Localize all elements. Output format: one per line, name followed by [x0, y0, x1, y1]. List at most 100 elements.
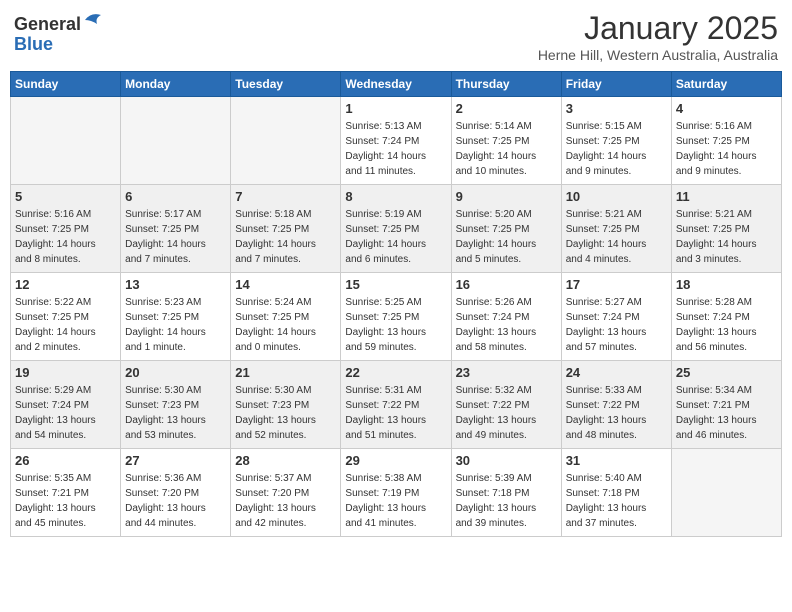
weekday-header-thursday: Thursday [451, 72, 561, 97]
day-number: 21 [235, 365, 336, 380]
day-number: 13 [125, 277, 226, 292]
day-info: Sunrise: 5:40 AM Sunset: 7:18 PM Dayligh… [566, 471, 667, 531]
day-number: 3 [566, 101, 667, 116]
calendar-cell: 25 Sunrise: 5:34 AM Sunset: 7:21 PM Dayli… [671, 361, 781, 449]
day-info: Sunrise: 5:18 AM Sunset: 7:25 PM Dayligh… [235, 207, 336, 267]
calendar-cell: 6 Sunrise: 5:17 AM Sunset: 7:25 PM Daylig… [121, 185, 231, 273]
day-info: Sunrise: 5:24 AM Sunset: 7:25 PM Dayligh… [235, 295, 336, 355]
day-info: Sunrise: 5:39 AM Sunset: 7:18 PM Dayligh… [456, 471, 557, 531]
day-info: Sunrise: 5:20 AM Sunset: 7:25 PM Dayligh… [456, 207, 557, 267]
day-info: Sunrise: 5:16 AM Sunset: 7:25 PM Dayligh… [15, 207, 116, 267]
calendar-cell [671, 449, 781, 537]
day-number: 27 [125, 453, 226, 468]
calendar-cell: 14Sunrise: 5:24 AM Sunset: 7:25 PM Dayli… [231, 273, 341, 361]
day-info: Sunrise: 5:30 AM Sunset: 7:23 PM Dayligh… [235, 383, 336, 443]
day-number: 23 [456, 365, 557, 380]
day-info: Sunrise: 5:36 AM Sunset: 7:20 PM Dayligh… [125, 471, 226, 531]
page-header: General Blue January 2025 Herne Hill, We… [10, 10, 782, 63]
weekday-header-monday: Monday [121, 72, 231, 97]
day-number: 28 [235, 453, 336, 468]
calendar-cell: 8 Sunrise: 5:19 AM Sunset: 7:25 PM Daylig… [341, 185, 451, 273]
calendar-cell: 15 Sunrise: 5:25 AM Sunset: 7:25 PM Dayli… [341, 273, 451, 361]
day-info: Sunrise: 5:13 AM Sunset: 7:24 PM Dayligh… [345, 119, 446, 179]
calendar-week-row: 26 Sunrise: 5:35 AM Sunset: 7:21 PM Dayli… [11, 449, 782, 537]
day-info: Sunrise: 5:16 AM Sunset: 7:25 PM Dayligh… [676, 119, 777, 179]
weekday-header-sunday: Sunday [11, 72, 121, 97]
calendar-cell: 27 Sunrise: 5:36 AM Sunset: 7:20 PM Dayli… [121, 449, 231, 537]
calendar-cell [11, 97, 121, 185]
calendar-cell: 13 Sunrise: 5:23 AM Sunset: 7:25 PM Dayli… [121, 273, 231, 361]
calendar-cell: 3 Sunrise: 5:15 AM Sunset: 7:25 PM Daylig… [561, 97, 671, 185]
day-number: 10 [566, 189, 667, 204]
day-info: Sunrise: 5:33 AM Sunset: 7:22 PM Dayligh… [566, 383, 667, 443]
calendar-cell: 12Sunrise: 5:22 AM Sunset: 7:25 PM Dayli… [11, 273, 121, 361]
weekday-header-tuesday: Tuesday [231, 72, 341, 97]
day-number: 15 [345, 277, 446, 292]
calendar-cell: 9Sunrise: 5:20 AM Sunset: 7:25 PM Daylig… [451, 185, 561, 273]
calendar-cell: 30 Sunrise: 5:39 AM Sunset: 7:18 PM Dayli… [451, 449, 561, 537]
title-area: January 2025 Herne Hill, Western Austral… [538, 10, 778, 63]
day-info: Sunrise: 5:19 AM Sunset: 7:25 PM Dayligh… [345, 207, 446, 267]
calendar-cell: 4Sunrise: 5:16 AM Sunset: 7:25 PM Daylig… [671, 97, 781, 185]
day-info: Sunrise: 5:27 AM Sunset: 7:24 PM Dayligh… [566, 295, 667, 355]
day-info: Sunrise: 5:37 AM Sunset: 7:20 PM Dayligh… [235, 471, 336, 531]
day-info: Sunrise: 5:26 AM Sunset: 7:24 PM Dayligh… [456, 295, 557, 355]
day-number: 25 [676, 365, 777, 380]
calendar-week-row: 12Sunrise: 5:22 AM Sunset: 7:25 PM Dayli… [11, 273, 782, 361]
logo-general: General [14, 14, 81, 34]
calendar-cell: 21 Sunrise: 5:30 AM Sunset: 7:23 PM Dayli… [231, 361, 341, 449]
calendar-cell: 29 Sunrise: 5:38 AM Sunset: 7:19 PM Dayli… [341, 449, 451, 537]
calendar-cell: 17Sunrise: 5:27 AM Sunset: 7:24 PM Dayli… [561, 273, 671, 361]
day-info: Sunrise: 5:35 AM Sunset: 7:21 PM Dayligh… [15, 471, 116, 531]
calendar-cell: 20Sunrise: 5:30 AM Sunset: 7:23 PM Dayli… [121, 361, 231, 449]
day-number: 24 [566, 365, 667, 380]
logo-bird-icon [83, 10, 103, 30]
logo: General Blue [14, 10, 103, 55]
day-info: Sunrise: 5:32 AM Sunset: 7:22 PM Dayligh… [456, 383, 557, 443]
calendar-week-row: 19Sunrise: 5:29 AM Sunset: 7:24 PM Dayli… [11, 361, 782, 449]
day-number: 5 [15, 189, 116, 204]
logo-blue: Blue [14, 34, 53, 54]
calendar-cell: 11 Sunrise: 5:21 AM Sunset: 7:25 PM Dayli… [671, 185, 781, 273]
day-number: 1 [345, 101, 446, 116]
day-info: Sunrise: 5:17 AM Sunset: 7:25 PM Dayligh… [125, 207, 226, 267]
calendar-cell: 23 Sunrise: 5:32 AM Sunset: 7:22 PM Dayli… [451, 361, 561, 449]
day-number: 8 [345, 189, 446, 204]
calendar-cell: 1 Sunrise: 5:13 AM Sunset: 7:24 PM Daylig… [341, 97, 451, 185]
day-number: 7 [235, 189, 336, 204]
calendar-cell [231, 97, 341, 185]
day-info: Sunrise: 5:30 AM Sunset: 7:23 PM Dayligh… [125, 383, 226, 443]
calendar-cell: 24 Sunrise: 5:33 AM Sunset: 7:22 PM Dayli… [561, 361, 671, 449]
day-number: 30 [456, 453, 557, 468]
day-info: Sunrise: 5:21 AM Sunset: 7:25 PM Dayligh… [676, 207, 777, 267]
location: Herne Hill, Western Australia, Australia [538, 47, 778, 63]
calendar-cell: 10 Sunrise: 5:21 AM Sunset: 7:25 PM Dayli… [561, 185, 671, 273]
day-info: Sunrise: 5:34 AM Sunset: 7:21 PM Dayligh… [676, 383, 777, 443]
day-number: 31 [566, 453, 667, 468]
day-info: Sunrise: 5:15 AM Sunset: 7:25 PM Dayligh… [566, 119, 667, 179]
day-number: 6 [125, 189, 226, 204]
day-info: Sunrise: 5:14 AM Sunset: 7:25 PM Dayligh… [456, 119, 557, 179]
logo-text: General Blue [14, 10, 103, 55]
day-info: Sunrise: 5:25 AM Sunset: 7:25 PM Dayligh… [345, 295, 446, 355]
weekday-header-wednesday: Wednesday [341, 72, 451, 97]
month-title: January 2025 [538, 10, 778, 47]
day-info: Sunrise: 5:29 AM Sunset: 7:24 PM Dayligh… [15, 383, 116, 443]
day-info: Sunrise: 5:38 AM Sunset: 7:19 PM Dayligh… [345, 471, 446, 531]
day-number: 11 [676, 189, 777, 204]
day-info: Sunrise: 5:21 AM Sunset: 7:25 PM Dayligh… [566, 207, 667, 267]
day-number: 26 [15, 453, 116, 468]
calendar-cell [121, 97, 231, 185]
day-number: 12 [15, 277, 116, 292]
day-info: Sunrise: 5:31 AM Sunset: 7:22 PM Dayligh… [345, 383, 446, 443]
day-info: Sunrise: 5:23 AM Sunset: 7:25 PM Dayligh… [125, 295, 226, 355]
calendar-week-row: 1 Sunrise: 5:13 AM Sunset: 7:24 PM Daylig… [11, 97, 782, 185]
day-number: 2 [456, 101, 557, 116]
calendar-cell: 28 Sunrise: 5:37 AM Sunset: 7:20 PM Dayli… [231, 449, 341, 537]
calendar-cell: 2 Sunrise: 5:14 AM Sunset: 7:25 PM Daylig… [451, 97, 561, 185]
calendar-cell: 5 Sunrise: 5:16 AM Sunset: 7:25 PM Daylig… [11, 185, 121, 273]
calendar-header-row: SundayMondayTuesdayWednesdayThursdayFrid… [11, 72, 782, 97]
calendar-cell: 26 Sunrise: 5:35 AM Sunset: 7:21 PM Dayli… [11, 449, 121, 537]
day-number: 29 [345, 453, 446, 468]
calendar-cell: 19Sunrise: 5:29 AM Sunset: 7:24 PM Dayli… [11, 361, 121, 449]
